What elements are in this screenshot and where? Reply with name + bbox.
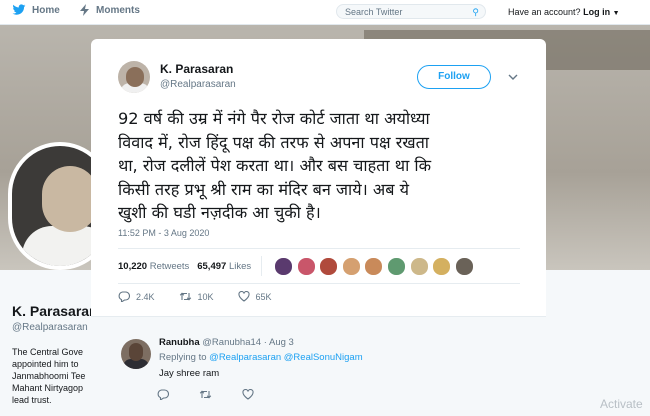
search-placeholder: Search Twitter bbox=[345, 7, 403, 17]
heart-icon bbox=[242, 389, 254, 400]
liker-avatar[interactable] bbox=[364, 257, 384, 276]
tweet-author-handle[interactable]: @Realparasaran bbox=[160, 79, 236, 90]
activate-watermark: Activate bbox=[600, 397, 643, 411]
retweets-label: Retweets bbox=[149, 261, 190, 272]
top-nav-bar: Home Moments Search Twitter ⚲ Have an ac… bbox=[0, 0, 650, 25]
nav-home[interactable]: Home bbox=[12, 4, 60, 16]
retweet-action[interactable]: 10K bbox=[179, 291, 214, 302]
tweet-text: 92 वर्ष की उम्र में नंगे पैर रोज कोर्ट ज… bbox=[118, 109, 432, 222]
profile-bio: The Central Gove appointed him to Janmab… bbox=[12, 347, 86, 405]
likes-stat[interactable]: 65,497 Likes bbox=[197, 261, 251, 272]
nav-home-label: Home bbox=[32, 4, 60, 16]
reply-author-handle[interactable]: @Ranubha14 bbox=[202, 337, 261, 348]
reply-icon bbox=[157, 389, 169, 400]
avatar-face bbox=[126, 67, 144, 87]
profile-name: K. Parasaran bbox=[12, 303, 98, 319]
retweets-stat[interactable]: 10,220 Retweets bbox=[118, 261, 189, 272]
liker-avatar[interactable] bbox=[454, 257, 474, 276]
mention-link[interactable]: @RealSonuNigam bbox=[284, 352, 363, 363]
login-prompt: Have an account? Log in ▼ bbox=[508, 7, 620, 17]
search-input[interactable]: Search Twitter ⚲ bbox=[336, 4, 486, 19]
like-action[interactable]: 65K bbox=[237, 291, 272, 302]
stats-separator bbox=[261, 256, 262, 276]
divider bbox=[118, 248, 520, 249]
replying-to: Replying to @Realparasaran @RealSonuNiga… bbox=[159, 352, 363, 363]
chevron-down-icon[interactable]: ▼ bbox=[613, 10, 620, 17]
liker-avatar[interactable] bbox=[386, 257, 406, 276]
tweet-author-name[interactable]: K. Parasaran bbox=[160, 62, 233, 76]
retweet-icon bbox=[179, 292, 191, 301]
search-icon[interactable]: ⚲ bbox=[472, 5, 479, 20]
reply-text: Jay shree ram bbox=[159, 368, 220, 379]
likes-label: Likes bbox=[228, 261, 252, 272]
liker-avatar[interactable] bbox=[274, 257, 293, 276]
liker-avatar[interactable] bbox=[432, 257, 452, 276]
divider bbox=[118, 283, 520, 284]
profile-handle: @Realparasaran bbox=[12, 322, 88, 333]
reply-actions bbox=[157, 389, 284, 400]
reply-reply-action[interactable] bbox=[157, 389, 169, 400]
chevron-down-icon[interactable] bbox=[507, 71, 519, 83]
have-account-text: Have an account? bbox=[508, 7, 581, 17]
reply-date[interactable]: Aug 3 bbox=[269, 337, 294, 348]
liker-avatars bbox=[274, 257, 477, 276]
reply-tweet[interactable]: Ranubha @Ranubha14 · Aug 3 Replying to @… bbox=[91, 317, 546, 416]
tweet-author-avatar[interactable] bbox=[118, 61, 150, 93]
reply-icon bbox=[118, 291, 130, 302]
heart-icon bbox=[237, 291, 250, 302]
reply-author-avatar[interactable] bbox=[121, 339, 151, 369]
likes-count: 65,497 bbox=[197, 261, 227, 272]
reply-action[interactable]: 2.4K bbox=[118, 291, 155, 302]
reply-separator: · bbox=[263, 337, 267, 348]
tweet-actions: 2.4K 10K 65K bbox=[118, 291, 296, 302]
avatar-face bbox=[42, 166, 98, 232]
bird-icon bbox=[12, 4, 26, 15]
liker-avatar[interactable] bbox=[341, 257, 361, 276]
reply-count: 2.4K bbox=[136, 291, 155, 302]
retweets-count: 10,220 bbox=[118, 261, 148, 272]
login-link[interactable]: Log in bbox=[583, 7, 610, 17]
reply-author-name[interactable]: Ranubha bbox=[159, 337, 200, 348]
retweet-count: 10K bbox=[197, 291, 214, 302]
like-count: 65K bbox=[255, 291, 272, 302]
avatar-face bbox=[129, 343, 143, 361]
liker-avatar[interactable] bbox=[409, 257, 429, 276]
mention-link[interactable]: @Realparasaran bbox=[209, 352, 281, 363]
replying-to-label: Replying to bbox=[159, 352, 207, 363]
lightning-icon bbox=[80, 4, 89, 16]
tweet-stats: 10,220 Retweets 65,497 Likes bbox=[118, 261, 251, 272]
tweet-modal: K. Parasaran @Realparasaran Follow 92 वर… bbox=[91, 39, 546, 416]
liker-avatar[interactable] bbox=[319, 257, 339, 276]
follow-button[interactable]: Follow bbox=[417, 65, 491, 89]
tweet-timestamp[interactable]: 11:52 PM - 3 Aug 2020 bbox=[118, 228, 209, 238]
reply-retweet-action[interactable] bbox=[199, 389, 212, 400]
nav-moments-label: Moments bbox=[96, 4, 140, 16]
nav-moments[interactable]: Moments bbox=[80, 4, 140, 16]
liker-avatar[interactable] bbox=[296, 257, 316, 276]
reply-header: Ranubha @Ranubha14 · Aug 3 bbox=[159, 337, 294, 348]
retweet-icon bbox=[199, 390, 212, 399]
reply-like-action[interactable] bbox=[242, 389, 254, 400]
